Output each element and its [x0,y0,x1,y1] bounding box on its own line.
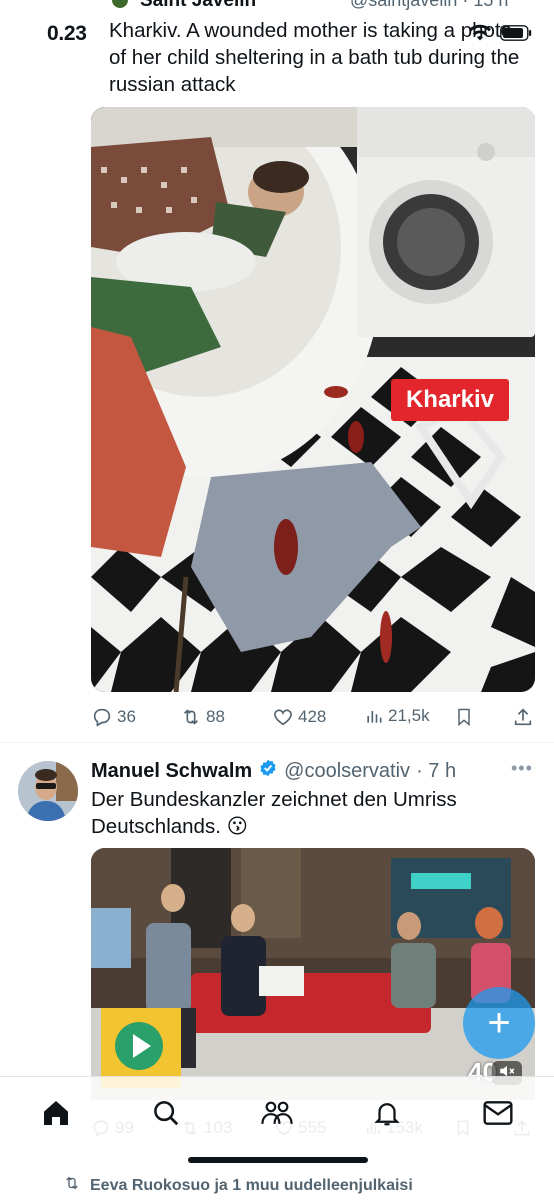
nav-home[interactable] [36,1095,76,1135]
more-options-button[interactable]: ••• [511,758,533,779]
views-button[interactable]: 21,5k [364,706,430,726]
share-icon [512,706,534,728]
tweet1-text: Kharkiv. A wounded mother is taking a ph… [109,19,520,96]
search-icon [151,1098,181,1133]
messages-icon [482,1099,514,1132]
tweet2-avatar[interactable] [18,761,78,821]
home-icon [40,1097,72,1134]
bookmark-button[interactable] [454,706,474,728]
retweet-button[interactable]: 88 [180,706,225,728]
tweet2-header: Manuel Schwalm @coolservativ · 7 h [91,758,456,784]
nav-notifications[interactable] [367,1095,407,1135]
heart-icon [272,706,294,728]
retweet-context: Eeva Ruokosuo ja 1 muu uudelleenjulkaisi [62,1174,413,1197]
reply-button[interactable]: 36 [91,706,136,728]
views-count: 21,5k [388,706,430,725]
like-button[interactable]: 428 [272,706,326,728]
tweet2-author[interactable]: Manuel Schwalm [91,760,252,783]
tweet2-time: · 7 h [416,759,457,782]
status-time: 0.23 [47,22,87,45]
tweet1-photo[interactable]: Kharkiv [91,107,535,692]
reply-count: 36 [117,707,136,726]
bookmark-icon [454,706,474,728]
tweet1-author[interactable]: Saint Javelin [140,0,256,12]
views-icon [364,706,384,726]
communities-icon [260,1097,294,1134]
retweet-count: 88 [206,707,225,726]
nav-messages[interactable] [478,1095,518,1135]
tweet1-handle: @saintjavelin · 15 h [350,0,509,10]
notifications-icon [372,1097,402,1134]
tweet2-handle[interactable]: @coolservativ [284,760,410,783]
bottom-nav [0,1076,554,1158]
share-button[interactable] [512,706,534,728]
retweet-icon [180,706,202,728]
reply-icon [91,706,113,728]
verified-icon [258,758,278,784]
nav-communities[interactable] [257,1095,297,1135]
retweet-note[interactable]: Eeva Ruokosuo ja 1 muu uudelleenjulkaisi [90,1177,413,1195]
tweet1-header-cut: Saint Javelin @saintjavelin · 15 h [90,0,534,12]
home-indicator [188,1157,368,1163]
tweet1-avatar[interactable] [112,0,128,8]
image-location-tag: Kharkiv [391,379,509,421]
tweet-divider [0,742,554,743]
nav-search[interactable] [146,1095,186,1135]
tweet2-text: Der Bundeskanzler zeichnet den Umriss De… [91,788,457,838]
compose-button[interactable]: + [463,987,535,1059]
retweet-icon [62,1174,82,1197]
like-count: 428 [298,707,327,726]
